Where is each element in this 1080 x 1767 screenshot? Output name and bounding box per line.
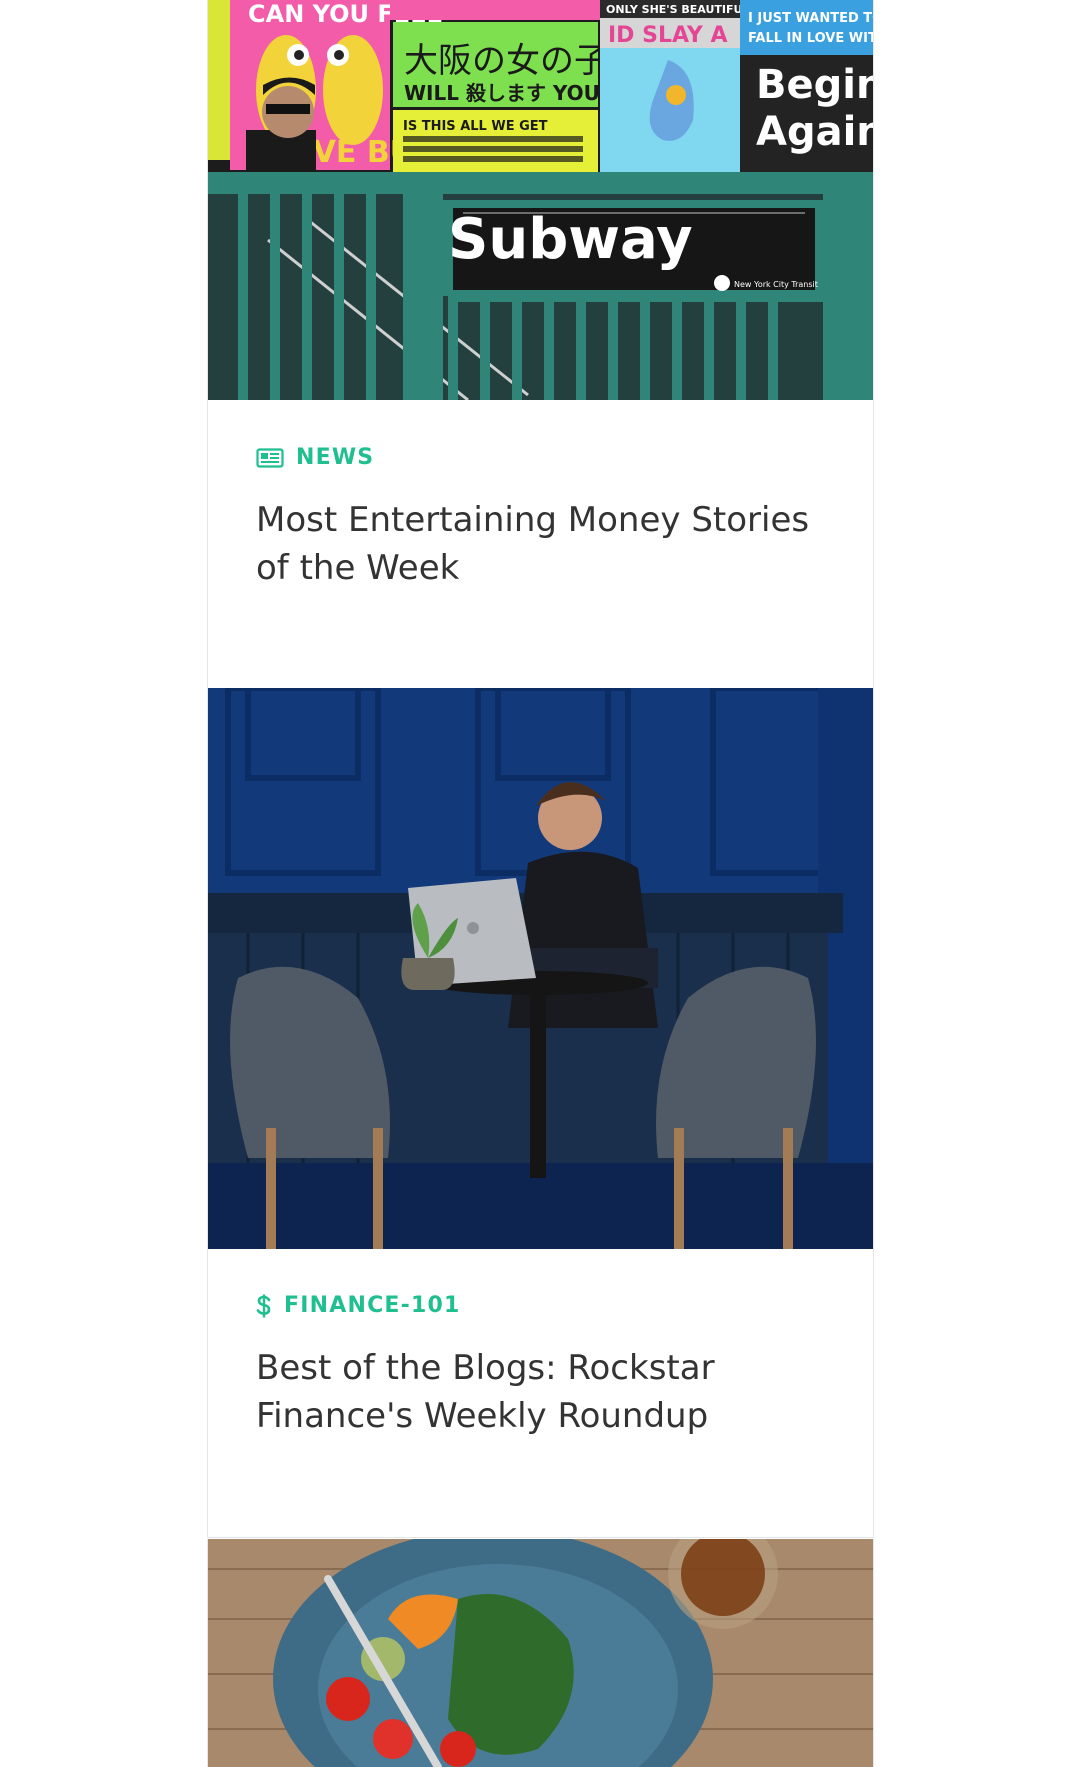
post-category-label: NEWS (296, 445, 375, 470)
svg-text:IS THIS ALL WE GET: IS THIS ALL WE GET (403, 119, 548, 134)
post-category-link[interactable]: FINANCE-101 (256, 1293, 833, 1318)
post-image-salad[interactable] (208, 1539, 873, 1767)
post-category-link[interactable]: NEWS (256, 445, 833, 470)
post-image-cafe[interactable] (208, 688, 873, 1249)
blog-post-feed: CAN YOU FEEL OVE BUZZ 大阪の女の子 WILL 殺します Y… (207, 0, 874, 1767)
post-image-subway[interactable]: CAN YOU FEEL OVE BUZZ 大阪の女の子 WILL 殺します Y… (208, 0, 873, 400)
post-card (207, 1539, 874, 1767)
svg-text:New York City Transit: New York City Transit (734, 280, 818, 289)
svg-text:大阪の女の子: 大阪の女の子 (404, 41, 608, 81)
svg-text:ONLY SHE'S BEAUTIFUL: ONLY SHE'S BEAUTIFUL (606, 3, 749, 16)
post-title-link[interactable]: Best of the Blogs: Rockstar Finance's We… (256, 1344, 833, 1440)
svg-text:I JUST WANTED TO: I JUST WANTED TO (748, 11, 873, 26)
post-card: CAN YOU FEEL OVE BUZZ 大阪の女の子 WILL 殺します Y… (207, 0, 874, 689)
svg-text:Again: Again (756, 109, 873, 155)
post-card-body: FINANCE-101 Best of the Blogs: Rockstar … (256, 1293, 833, 1440)
post-card: FINANCE-101 Best of the Blogs: Rockstar … (207, 688, 874, 1538)
svg-text:ID SLAY A: ID SLAY A (608, 23, 728, 48)
svg-text:FALL IN LOVE WITH YOU: FALL IN LOVE WITH YOU (748, 31, 873, 46)
newspaper-icon (256, 447, 284, 469)
post-category-label: FINANCE-101 (284, 1293, 461, 1318)
salad-bowl-photo (208, 1539, 873, 1767)
svg-text:WILL 殺します YOU: WILL 殺します YOU (404, 81, 600, 105)
dollar-icon (256, 1294, 272, 1318)
svg-text:Begin: Begin (756, 62, 873, 108)
subway-entrance-photo: CAN YOU FEEL OVE BUZZ 大阪の女の子 WILL 殺します Y… (208, 0, 873, 400)
svg-text:Subway: Subway (448, 207, 693, 272)
post-title-link[interactable]: Most Entertaining Money Stories of the W… (256, 496, 833, 592)
post-card-body: NEWS Most Entertaining Money Stories of … (256, 445, 833, 592)
man-with-laptop-in-cafe-photo (208, 688, 873, 1249)
